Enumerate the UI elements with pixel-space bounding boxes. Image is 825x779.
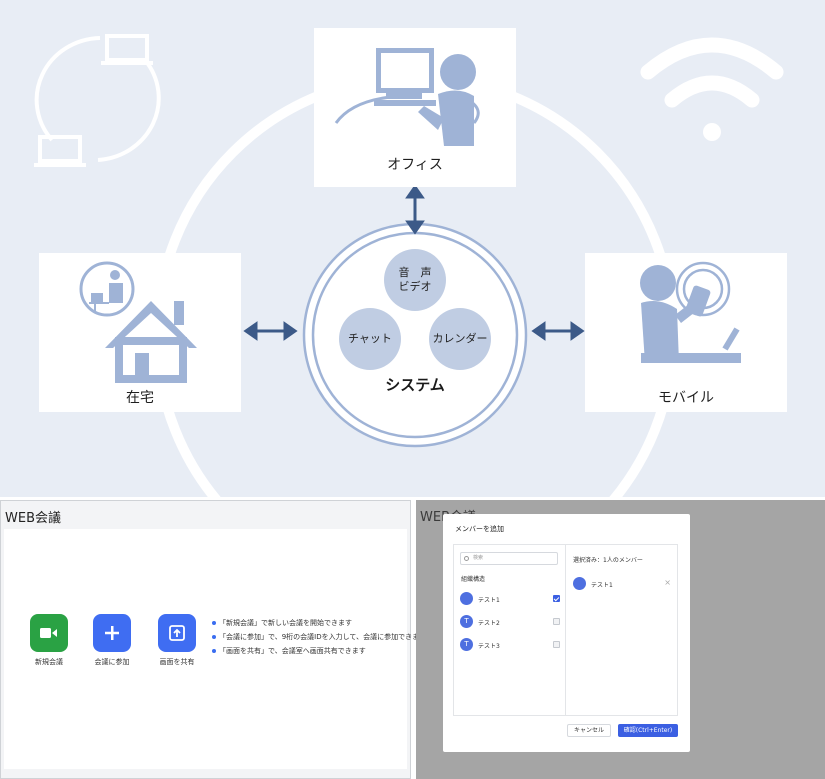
member-checkbox[interactable] xyxy=(553,618,560,625)
system-label: システム xyxy=(385,376,445,394)
web-meeting-content: 新規会議 会議に参加 画面を共有 「新規会議」で新しい会議を開始できます 「会議… xyxy=(4,529,426,769)
hint-list: 「新規会議」で新しい会議を開始できます 「会議に参加」で、9桁の会議IDを入力し… xyxy=(212,616,426,658)
search-icon xyxy=(464,556,469,561)
share-screen-action[interactable]: 画面を共有 xyxy=(147,614,207,667)
selected-members-pane: 選択済み：1人のメンバー テスト1 × xyxy=(566,545,677,715)
remove-member-icon[interactable]: × xyxy=(664,578,671,587)
office-label: オフィス xyxy=(387,157,443,173)
dialog-body: 検索 組織構造 テスト1 T テスト2 T テスト3 選択済み：1人のメンバー … xyxy=(453,544,678,716)
arrow-office-system xyxy=(405,184,425,235)
member-name: テスト3 xyxy=(478,643,500,650)
mobile-worker-icon xyxy=(640,261,741,363)
dialog-title: メンバーを追加 xyxy=(455,525,504,533)
member-picker-pane: 検索 組織構造 テスト1 T テスト2 T テスト3 xyxy=(454,545,566,715)
search-input[interactable]: 検索 xyxy=(460,552,558,565)
office-worker-icon xyxy=(334,48,480,146)
member-row[interactable]: テスト1 xyxy=(460,592,560,606)
calendar-bubble: カレンダー xyxy=(429,308,491,370)
confirm-button[interactable]: 確認(Ctrl+Enter) xyxy=(618,724,678,737)
join-meeting-button[interactable] xyxy=(93,614,131,652)
mobile-card: モバイル xyxy=(585,253,787,412)
selected-member-row: テスト1 × xyxy=(573,577,671,591)
system-diagram: オフィス 在宅 モバイル 音 声 ビデオ チャット カレンダー システム xyxy=(0,0,825,497)
office-card: オフィス xyxy=(314,28,516,187)
home-worker-icon xyxy=(79,261,197,383)
audio-label: 音 声 xyxy=(398,266,432,279)
home-card: 在宅 xyxy=(39,253,241,412)
web-meeting-panel: WEB会議 新規会議 会議に参加 画面を共有 「新規会議」で新しい会議を開始でき… xyxy=(0,500,426,779)
cancel-button[interactable]: キャンセル xyxy=(567,724,611,737)
arrow-home-system xyxy=(243,321,298,341)
wifi-icon xyxy=(640,37,784,141)
new-meeting-action[interactable]: 新規会議 xyxy=(19,614,79,667)
avatar xyxy=(460,592,473,605)
member-row[interactable]: T テスト3 xyxy=(460,638,560,652)
join-meeting-action[interactable]: 会議に参加 xyxy=(82,614,142,667)
share-screen-icon xyxy=(169,625,185,641)
audio-video-bubble: 音 声 ビデオ xyxy=(384,249,446,311)
arrow-mobile-system xyxy=(531,321,585,341)
video-camera-icon xyxy=(40,628,57,638)
new-meeting-button[interactable] xyxy=(30,614,68,652)
join-meeting-label: 会議に参加 xyxy=(94,658,130,666)
hint-item: 「会議に参加」で、9桁の会議IDを入力して、会議に参加できます xyxy=(212,630,426,644)
member-name: テスト2 xyxy=(478,620,500,627)
plus-icon xyxy=(105,626,119,640)
avatar xyxy=(573,577,586,590)
member-checkbox[interactable] xyxy=(553,595,560,602)
search-placeholder: 検索 xyxy=(473,555,484,561)
web-meeting-title: WEB会議 xyxy=(5,511,61,526)
org-structure-label: 組織構造 xyxy=(461,576,486,583)
selected-count-label: 選択済み：1人のメンバー xyxy=(573,557,643,564)
new-meeting-label: 新規会議 xyxy=(35,658,63,666)
member-row[interactable]: T テスト2 xyxy=(460,615,560,629)
member-name: テスト1 xyxy=(478,597,500,604)
add-member-panel: WEB会議 メンバーを追加 検索 組織構造 テスト1 T xyxy=(416,500,825,779)
add-member-dialog: メンバーを追加 検索 組織構造 テスト1 T テスト2 T テスト3 選択済み：… xyxy=(443,514,690,752)
chat-bubble: チャット xyxy=(339,308,401,370)
home-label: 在宅 xyxy=(126,390,154,406)
avatar: T xyxy=(460,615,473,628)
share-screen-label: 画面を共有 xyxy=(159,658,195,666)
selected-member-name: テスト1 xyxy=(591,582,613,589)
page-root: オフィス 在宅 モバイル 音 声 ビデオ チャット カレンダー システム WEB… xyxy=(0,0,825,779)
video-label: ビデオ xyxy=(398,280,432,293)
sync-laptops-icon xyxy=(34,34,161,167)
hint-item: 「画面を共有」で、会議室へ画面共有できます xyxy=(212,644,426,658)
share-screen-button[interactable] xyxy=(158,614,196,652)
chat-label: チャット xyxy=(348,332,392,345)
member-checkbox[interactable] xyxy=(553,641,560,648)
hint-item: 「新規会議」で新しい会議を開始できます xyxy=(212,616,426,630)
mobile-label: モバイル xyxy=(658,390,714,406)
avatar: T xyxy=(460,638,473,651)
calendar-label: カレンダー xyxy=(432,332,488,345)
